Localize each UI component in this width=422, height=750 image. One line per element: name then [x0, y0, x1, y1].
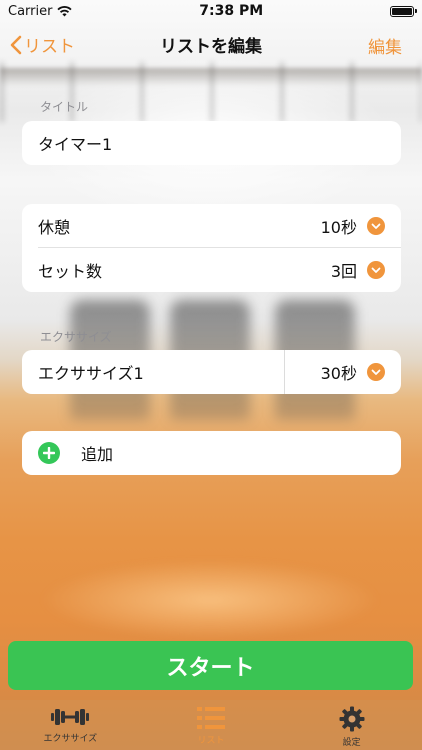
tab-exercise[interactable]: エクササイズ [10, 706, 130, 744]
ceiling-band [0, 68, 422, 86]
sets-row[interactable]: セット数 3回 [22, 248, 401, 292]
carrier-label: Carrier [8, 3, 53, 19]
sets-label: セット数 [38, 262, 103, 281]
settings-card: 休憩 10秒 セット数 3回 [22, 204, 401, 292]
title-card: タイマー1 [22, 121, 401, 165]
plus-icon [38, 442, 60, 464]
tab-list[interactable]: リスト [151, 706, 271, 746]
gear-icon [339, 706, 365, 732]
start-button[interactable]: スタート [8, 641, 413, 690]
rest-row[interactable]: 休憩 10秒 [22, 204, 401, 248]
chevron-down-icon[interactable] [367, 363, 385, 381]
exercise-name: エクササイズ1 [38, 364, 144, 383]
add-label: 追加 [81, 445, 114, 464]
title-section-label: タイトル [40, 100, 89, 114]
chevron-down-icon[interactable] [367, 261, 385, 279]
tab-exercise-label: エクササイズ [43, 734, 98, 744]
chevron-down-icon[interactable] [367, 217, 385, 235]
exercise-row[interactable]: エクササイズ1 30秒 [22, 350, 401, 394]
status-time: 7:38 PM [199, 3, 264, 19]
tab-list-label: リスト [197, 736, 225, 746]
dumbbell-icon [51, 709, 90, 725]
floor-reflection [40, 560, 380, 640]
edit-button[interactable]: 編集 [368, 33, 402, 58]
tab-settings[interactable]: 設定 [292, 706, 412, 748]
title-value: タイマー1 [38, 135, 113, 154]
back-button[interactable]: リスト [10, 32, 75, 57]
status-bar: Carrier 7:38 PM [0, 0, 422, 22]
battery-icon [389, 5, 417, 17]
back-label: リスト [24, 37, 75, 57]
exercise-divider [284, 350, 285, 394]
add-card: 追加 [22, 431, 401, 475]
wifi-icon [57, 5, 73, 16]
list-icon [196, 707, 225, 729]
add-exercise-button[interactable]: 追加 [22, 431, 401, 475]
rest-label: 休憩 [38, 218, 71, 237]
sets-value: 3回 [330, 262, 357, 281]
page-title: リストを編集 [160, 36, 262, 57]
rest-value: 10秒 [320, 218, 357, 237]
title-field[interactable]: タイマー1 [22, 121, 401, 165]
exercise-duration: 30秒 [320, 364, 357, 383]
chevron-left-icon [10, 35, 22, 54]
navigation-bar: リスト リストを編集 編集 [0, 22, 422, 66]
tab-settings-label: 設定 [342, 738, 361, 748]
tab-bar: エクササイズ リスト 設定 [0, 700, 422, 750]
exercise-section-label: エクササイズ [40, 330, 112, 344]
exercise-card: エクササイズ1 30秒 [22, 350, 401, 394]
